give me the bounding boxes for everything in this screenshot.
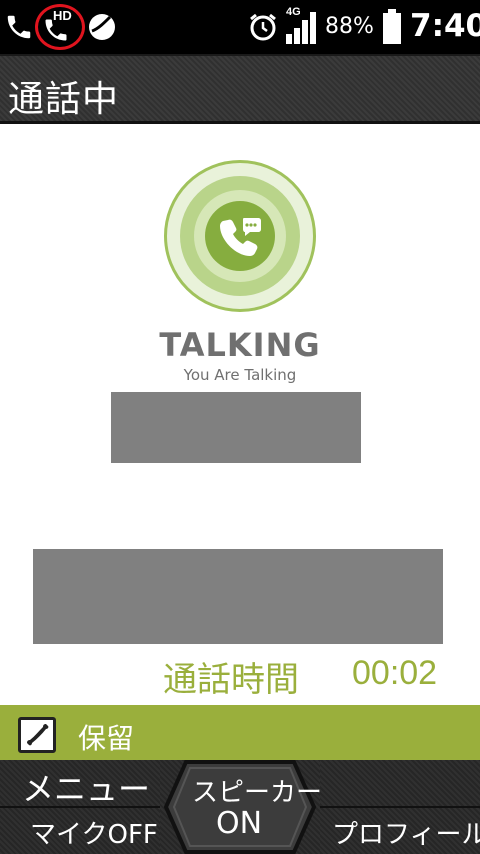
clock: 7:40 bbox=[410, 8, 480, 44]
handset-icon bbox=[18, 717, 56, 753]
softkey-bar: メニュー マイクOFF プロフィール スピーカー ON bbox=[0, 760, 480, 854]
phone-chat-icon bbox=[220, 218, 261, 256]
title-bar: 通話中 bbox=[0, 54, 480, 124]
hold-button[interactable]: 保留 bbox=[0, 705, 480, 760]
profile-label: プロフィール bbox=[332, 820, 480, 850]
battery-icon bbox=[382, 9, 402, 49]
hd-label: HD bbox=[53, 8, 72, 23]
status-bar: HD 4G 88% 7:40 bbox=[0, 0, 480, 54]
profile-button[interactable]: プロフィール bbox=[312, 808, 480, 854]
call-duration-value: 00:02 bbox=[352, 654, 438, 692]
mic-off-label: マイクOFF bbox=[30, 820, 158, 850]
signal-icon bbox=[284, 10, 318, 50]
caller-info-redacted bbox=[33, 549, 443, 644]
speaker-button[interactable]: スピーカー ON bbox=[160, 760, 323, 854]
menu-button[interactable]: メニュー bbox=[0, 760, 170, 808]
speaker-label-line2: ON bbox=[216, 806, 263, 841]
call-duration-label: 通話時間 bbox=[163, 660, 299, 700]
call-status-text: TALKING bbox=[159, 326, 321, 364]
app-icon bbox=[86, 11, 118, 47]
phone-icon bbox=[4, 12, 34, 46]
battery-percent: 88% bbox=[325, 14, 374, 39]
mic-off-button[interactable]: マイクOFF bbox=[0, 808, 170, 854]
alarm-icon bbox=[248, 12, 278, 46]
call-status-badge bbox=[164, 160, 316, 312]
menu-label: メニュー bbox=[22, 770, 151, 808]
page-title: 通話中 bbox=[8, 79, 120, 120]
speaker-label-line1: スピーカー bbox=[192, 778, 323, 808]
softkey-blank bbox=[312, 760, 480, 808]
call-status-subtitle: You Are Talking bbox=[183, 366, 297, 384]
hold-label: 保留 bbox=[78, 722, 135, 755]
caller-name-redacted bbox=[111, 392, 361, 463]
